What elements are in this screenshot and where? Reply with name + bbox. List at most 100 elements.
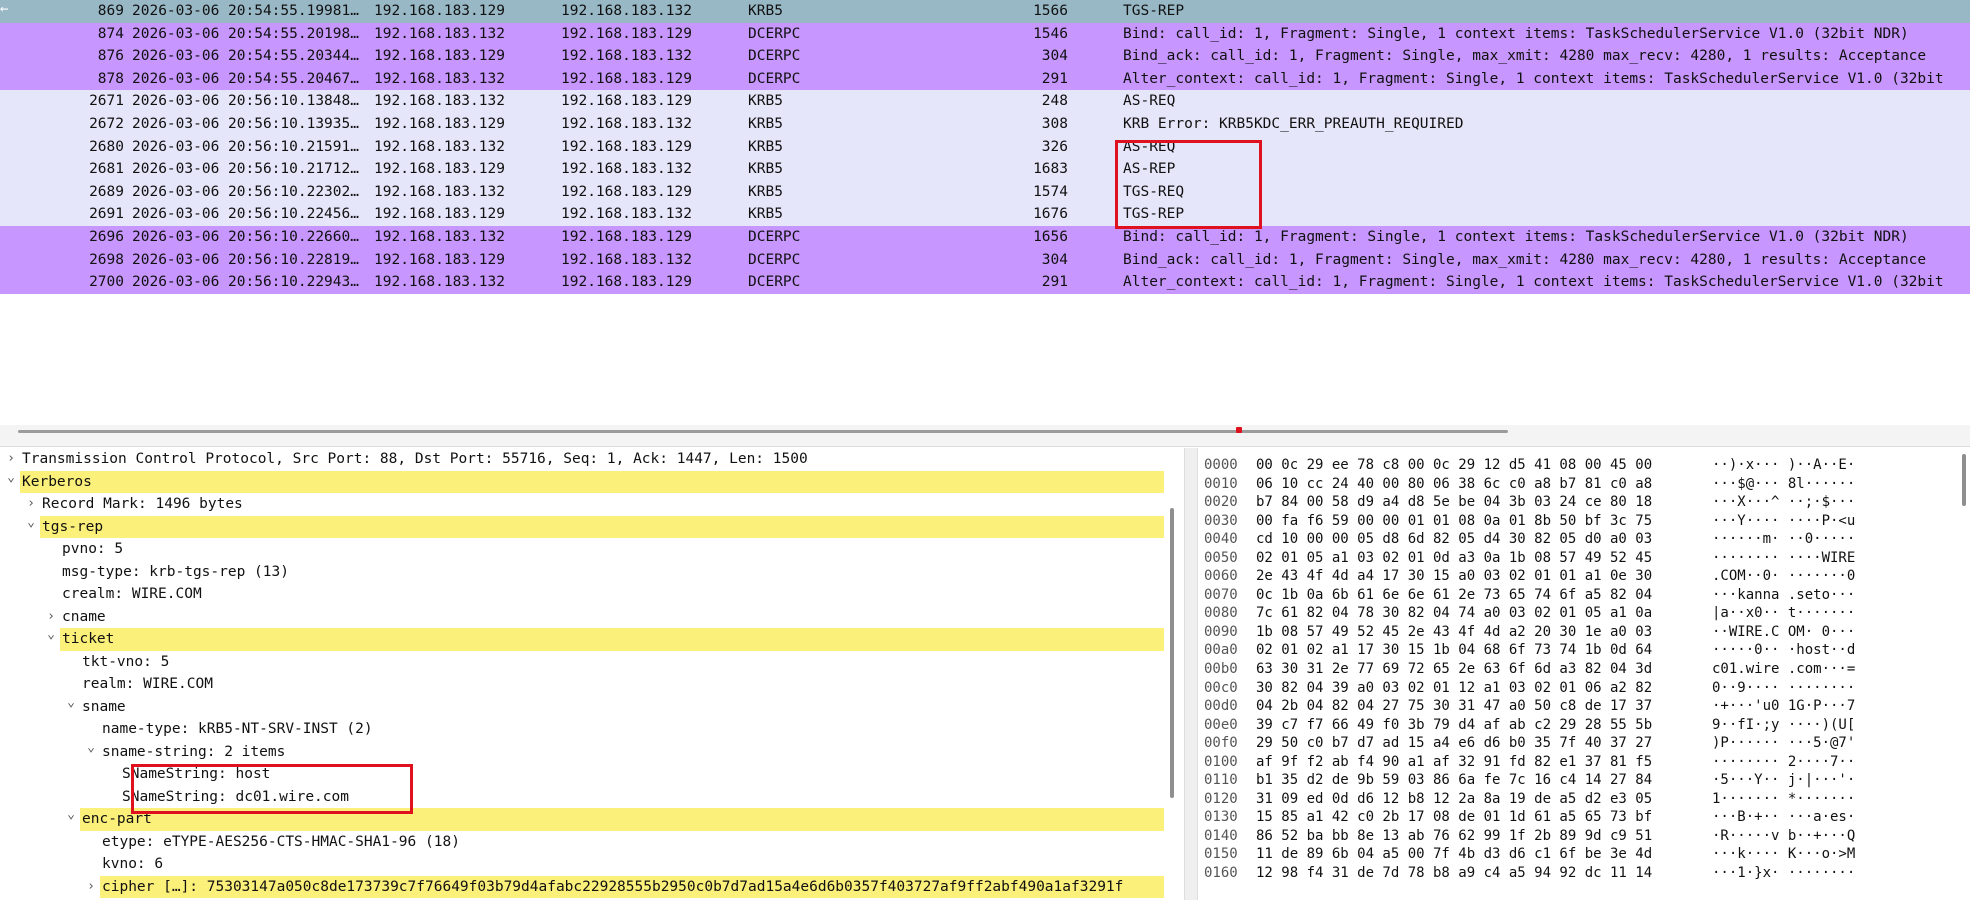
- hex-row[interactable]: 0140 86 52 ba bb 8e 13 ab 76 62 99 1f 2b …: [1198, 827, 1970, 846]
- packet-row[interactable]: 2696 2026-03-06 20:56:10.22660… 192.168.18…: [0, 225, 1970, 249]
- hex-row[interactable]: 00a0 02 01 02 a1 17 30 15 1b 04 68 6f 73 …: [1198, 641, 1970, 660]
- detail-tree-item[interactable]: SNameString: dc01.wire.com: [0, 786, 1184, 809]
- packet-number: 2698: [89, 251, 124, 268]
- hex-row[interactable]: 0080 7c 61 82 04 78 30 82 04 74 a0 03 02 …: [1198, 604, 1970, 623]
- packet-destination: 192.168.183.129: [561, 70, 692, 87]
- hex-row[interactable]: 0020 b7 84 00 58 d9 a4 d8 5e be 04 3b 03 …: [1198, 493, 1970, 512]
- packet-time: 2026-03-06 20:56:10.22456…: [132, 206, 359, 223]
- chevron-down-icon[interactable]: ⌄: [44, 628, 58, 642]
- packet-time: 2026-03-06 20:56:10.22302…: [132, 183, 359, 200]
- packet-number: 2681: [89, 161, 124, 178]
- hex-row[interactable]: 0010 06 10 cc 24 40 00 80 06 38 6c c0 a8 …: [1198, 475, 1970, 494]
- hex-row[interactable]: 0130 15 85 a1 42 c0 2b 17 08 de 01 1d 61 …: [1198, 808, 1970, 827]
- packet-row[interactable]: 2680 2026-03-06 20:56:10.21591… 192.168.18…: [0, 135, 1970, 159]
- detail-tree-label: SNameString: dc01.wire.com: [122, 788, 349, 805]
- hex-row[interactable]: 0070 0c 1b 0a 6b 61 6e 6e 61 2e 73 65 74 …: [1198, 586, 1970, 605]
- chevron-down-icon[interactable]: ⌄: [64, 695, 78, 710]
- packet-row[interactable]: 2691 2026-03-06 20:56:10.22456… 192.168.18…: [0, 203, 1970, 226]
- hex-row[interactable]: 00d0 04 2b 04 82 04 27 75 30 31 47 a0 50 …: [1198, 697, 1970, 716]
- packet-row[interactable]: 2671 2026-03-06 20:56:10.13848… 192.168.18…: [0, 90, 1970, 113]
- details-scrollbar[interactable]: [1170, 508, 1174, 798]
- packet-row[interactable]: 2689 2026-03-06 20:56:10.22302… 192.168.18…: [0, 180, 1970, 204]
- hex-row[interactable]: 00e0 39 c7 f7 66 49 f0 3b 79 d4 af ab c2 …: [1198, 716, 1970, 735]
- detail-tree-item[interactable]: crealm: WIRE.COM: [0, 583, 1184, 606]
- packet-row[interactable]: 878 2026-03-06 20:54:55.20467… 192.168.183…: [0, 67, 1970, 91]
- detail-tree-item[interactable]: kvno: 6: [0, 853, 1184, 876]
- chevron-right-icon[interactable]: ›: [84, 876, 98, 899]
- hex-row[interactable]: 0110 b1 35 d2 de 9b 59 03 86 6a fe 7c 16 …: [1198, 771, 1970, 790]
- packet-time: 2026-03-06 20:54:55.20344…: [132, 48, 359, 65]
- detail-tree-item[interactable]: › Transmission Control Protocol, Src Port…: [0, 448, 1184, 471]
- hex-row[interactable]: 0050 02 01 05 a1 03 02 01 0d a3 0a 1b 08 …: [1198, 549, 1970, 568]
- detail-tree-item[interactable]: ⌄ tgs-rep: [0, 515, 1184, 538]
- detail-tree-item[interactable]: ⌄ sname-string: 2 items: [0, 740, 1184, 764]
- packet-info: Bind_ack: call_id: 1, Fragment: Single, …: [1123, 48, 1927, 65]
- chevron-down-icon[interactable]: ⌄: [24, 515, 38, 530]
- packet-source: 192.168.183.129: [374, 48, 505, 65]
- packet-number: 874: [97, 25, 124, 42]
- packet-row[interactable]: 2698 2026-03-06 20:56:10.22819… 192.168.18…: [0, 248, 1970, 272]
- chevron-down-icon[interactable]: ⌄: [4, 470, 18, 485]
- detail-tree-item[interactable]: › cipher […]: 75303147a050c8de173739c7f76…: [0, 875, 1184, 899]
- detail-tree-item[interactable]: ⌄ sname: [0, 695, 1184, 719]
- hex-row[interactable]: 0120 31 09 ed 0d d6 12 b8 12 2a 8a 19 de …: [1198, 790, 1970, 809]
- detail-tree-item[interactable]: ⌄ Kerberos: [0, 470, 1184, 493]
- hex-row[interactable]: 0090 1b 08 57 49 52 45 2e 43 4f 4d a2 20 …: [1198, 623, 1970, 642]
- packet-source: 192.168.183.129: [374, 251, 505, 268]
- hex-row[interactable]: 0100 af 9f f2 ab f4 90 a1 af 32 91 fd 82 …: [1198, 753, 1970, 772]
- hex-row[interactable]: 0030 00 fa f6 59 00 00 01 01 08 0a 01 8b …: [1198, 512, 1970, 531]
- detail-tree-item[interactable]: msg-type: krb-tgs-rep (13): [0, 561, 1184, 584]
- packet-protocol: KRB5: [748, 93, 783, 110]
- packet-row[interactable]: 874 2026-03-06 20:54:55.20198… 192.168.183…: [0, 22, 1970, 46]
- hex-row[interactable]: 0000 00 0c 29 ee 78 c8 00 0c 29 12 d5 41 …: [1198, 456, 1970, 475]
- hex-row[interactable]: 00f0 29 50 c0 b7 d7 ad 15 a4 e6 d6 b0 35 …: [1198, 734, 1970, 753]
- hex-row[interactable]: 0040 cd 10 00 00 05 d8 6d 82 05 d4 30 82 …: [1198, 530, 1970, 549]
- detail-tree-label: ticket: [60, 628, 1164, 651]
- splitter-grip-icon[interactable]: [1236, 427, 1242, 433]
- pane-splitter[interactable]: [0, 425, 1970, 447]
- horizontal-scrollbar[interactable]: [18, 430, 1508, 433]
- hex-bytes: b7 84 00 58 d9 a4 d8 5e be 04 3b 03 24 c…: [1256, 494, 1653, 511]
- detail-tree-item[interactable]: name-type: kRB5-NT-SRV-INST (2): [0, 718, 1184, 741]
- hex-offset: 0120: [1204, 790, 1238, 807]
- chevron-down-icon[interactable]: ⌄: [84, 740, 98, 755]
- hex-row[interactable]: 0060 2e 43 4f 4d a4 17 30 15 a0 03 02 01 …: [1198, 567, 1970, 586]
- packet-bytes-pane[interactable]: 0000 00 0c 29 ee 78 c8 00 0c 29 12 d5 41 …: [1198, 448, 1970, 900]
- hex-bytes: 00 fa f6 59 00 00 01 01 08 0a 01 8b 50 b…: [1256, 512, 1653, 529]
- packet-length: 1546: [1033, 25, 1068, 42]
- packet-destination: 192.168.183.129: [561, 138, 692, 155]
- hex-row[interactable]: 0160 12 98 f4 31 de 7d 78 b8 a9 c4 a5 94 …: [1198, 864, 1970, 883]
- packet-destination: 192.168.183.132: [561, 206, 692, 223]
- hex-row[interactable]: 00c0 30 82 04 39 a0 03 02 01 12 a1 03 02 …: [1198, 679, 1970, 698]
- hex-dump: 0000 00 0c 29 ee 78 c8 00 0c 29 12 d5 41 …: [1198, 456, 1970, 883]
- chevron-right-icon[interactable]: ›: [24, 493, 38, 516]
- detail-tree-item[interactable]: › Record Mark: 1496 bytes: [0, 493, 1184, 516]
- detail-tree-item[interactable]: SNameString: host: [0, 763, 1184, 786]
- packet-row[interactable]: 2700 2026-03-06 20:56:10.22943… 192.168.18…: [0, 271, 1970, 294]
- packet-details-pane[interactable]: › Transmission Control Protocol, Src Port…: [0, 448, 1184, 900]
- hex-ascii: ··)·x··· )··A··E·: [1712, 457, 1856, 473]
- detail-tree-item[interactable]: ⌄ ticket: [0, 628, 1184, 651]
- detail-tree-item[interactable]: realm: WIRE.COM: [0, 673, 1184, 696]
- bytes-scrollbar[interactable]: [1962, 454, 1966, 506]
- packet-row[interactable]: 2672 2026-03-06 20:56:10.13935… 192.168.18…: [0, 112, 1970, 136]
- detail-tree-label: Record Mark: 1496 bytes: [42, 496, 243, 512]
- vertical-pane-splitter[interactable]: [1184, 448, 1198, 900]
- chevron-right-icon[interactable]: ›: [44, 606, 58, 629]
- packet-row[interactable]: 876 2026-03-06 20:54:55.20344… 192.168.183…: [0, 45, 1970, 68]
- detail-tree-item[interactable]: pvno: 5: [0, 538, 1184, 561]
- packet-row[interactable]: 2681 2026-03-06 20:56:10.21712… 192.168.18…: [0, 158, 1970, 181]
- hex-ascii: 0··9···· ········: [1712, 679, 1856, 696]
- detail-tree-item[interactable]: tkt-vno: 5: [0, 651, 1184, 674]
- packet-list[interactable]: 869 2026-03-06 20:54:55.19981… 192.168.183…: [0, 0, 1970, 425]
- detail-tree-item[interactable]: › cname: [0, 606, 1184, 629]
- packet-row[interactable]: 869 2026-03-06 20:54:55.19981… 192.168.183…: [0, 0, 1970, 23]
- detail-tree-item[interactable]: etype: eTYPE-AES256-CTS-HMAC-SHA1-96 (18…: [0, 831, 1184, 854]
- hex-row[interactable]: 0150 11 de 89 6b 04 a5 00 7f 4b d3 d6 c1 …: [1198, 845, 1970, 864]
- detail-tree-item[interactable]: ⌄ enc-part: [0, 808, 1184, 831]
- hex-row[interactable]: 00b0 63 30 31 2e 77 69 72 65 2e 63 6f 6d …: [1198, 660, 1970, 679]
- hex-ascii: 9··fI·;y ····)(U[: [1712, 716, 1856, 733]
- chevron-down-icon[interactable]: ⌄: [64, 808, 78, 822]
- hex-bytes: 00 0c 29 ee 78 c8 00 0c 29 12 d5 41 08 0…: [1256, 457, 1653, 473]
- chevron-right-icon[interactable]: ›: [4, 448, 18, 471]
